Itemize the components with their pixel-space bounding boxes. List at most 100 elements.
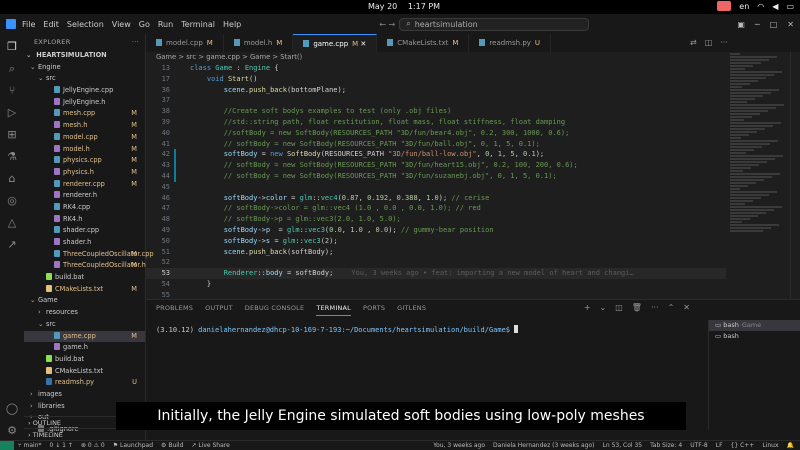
trash-icon[interactable]: 🗑	[632, 300, 642, 316]
editor-tab[interactable]: game.cpp M ✕	[293, 34, 378, 52]
gutter-change-marker[interactable]	[174, 170, 176, 182]
screen-record-icon[interactable]	[717, 1, 732, 11]
cursor-position[interactable]: Ln 53, Col 35	[603, 441, 643, 450]
maximize-icon[interactable]: □	[770, 20, 778, 29]
tree-file[interactable]: CMakeLists.txt	[24, 366, 145, 378]
remote-indicator-icon[interactable]	[0, 441, 14, 450]
code-line[interactable]: 51 scene.push_back(softBody);	[146, 247, 726, 258]
wifi-icon[interactable]: ◠	[757, 2, 764, 11]
command-center-search[interactable]: ⌕ heartsimulation	[399, 17, 590, 31]
terminal-instance[interactable]: ▭ bash Game	[709, 320, 800, 331]
tree-file[interactable]: shader.h	[24, 237, 145, 249]
settings-gear-icon[interactable]: ⚙	[5, 424, 19, 438]
editor-tab[interactable]: model.cpp M	[146, 34, 224, 52]
account-icon[interactable]: ◯	[5, 402, 19, 416]
gutter-change-marker[interactable]	[174, 149, 176, 161]
explorer-icon[interactable]: ❐	[5, 40, 19, 54]
tree-file[interactable]: ThreeCoupledOscillator.cpp M	[24, 249, 154, 261]
close-panel-icon[interactable]: ✕	[683, 300, 690, 316]
blame-author-status[interactable]: Daniela Hernandez (3 weeks ago)	[493, 441, 594, 450]
terminal-instance[interactable]: ▭ bash	[709, 331, 800, 342]
code-line[interactable]: 41 // softBody = new SoftBody(RESOURCES_…	[146, 139, 726, 150]
tree-file[interactable]: renderer.h	[24, 190, 145, 202]
sync-status[interactable]: 0 ↓ 1 ↑	[50, 441, 73, 450]
menu-item-view[interactable]: View	[112, 20, 131, 29]
tree-file[interactable]: RK4.h	[24, 214, 145, 226]
tree-file[interactable]: mesh.h M	[24, 120, 145, 132]
menu-item-file[interactable]: File	[22, 20, 35, 29]
code-line[interactable]: 40 //softBody = new SoftBody(RESOURCES_P…	[146, 128, 726, 139]
maximize-panel-icon[interactable]: ⌃	[668, 300, 675, 316]
minimize-icon[interactable]: ─	[755, 20, 760, 29]
run-debug-icon[interactable]: ▷	[5, 106, 19, 120]
tree-file[interactable]: CMakeLists.txt M	[24, 284, 145, 296]
gutter-change-marker[interactable]	[174, 160, 176, 171]
source-control-icon[interactable]: ⑂	[5, 84, 19, 98]
tree-file[interactable]: JellyEngine.h	[24, 97, 145, 109]
tree-file[interactable]: build.bat	[24, 354, 145, 366]
blame-you-status[interactable]: You, 3 weeks ago	[433, 441, 485, 450]
editor-tab[interactable]: CMakeLists.txt M	[377, 34, 470, 52]
minimap[interactable]	[726, 52, 790, 299]
editor-tab[interactable]: readmsh.py U	[469, 34, 552, 52]
testing-icon[interactable]: ⚗	[5, 150, 19, 164]
split-terminal-icon[interactable]: ◫	[615, 300, 623, 316]
tree-file[interactable]: physics.cpp M	[24, 155, 145, 167]
terminal-output[interactable]: (3.10.12) danielahernandez@dhcp-10-169-7…	[156, 325, 519, 334]
more-icon[interactable]: ···	[720, 34, 728, 52]
panel-tab-terminal[interactable]: TERMINAL	[316, 300, 351, 316]
gitlens-icon[interactable]: ◎	[5, 194, 19, 208]
code-line[interactable]: 45	[146, 182, 726, 193]
live-share-status[interactable]: ↗ Live Share	[191, 441, 229, 450]
tree-folder[interactable]: ⌄ Game	[24, 295, 145, 307]
editor-tab[interactable]: model.h M	[224, 34, 294, 52]
tree-file[interactable]: model.cpp M	[24, 132, 145, 144]
code-line[interactable]: 42 softBody = new SoftBody(RESOURCES_PAT…	[146, 149, 726, 161]
code-editor[interactable]: 13 class Game : Engine {17 void Start() 36…	[146, 63, 726, 299]
code-line[interactable]: 48 // softBody->p = glm::vec3(2.0, 1.0, …	[146, 214, 726, 225]
menu-item-go[interactable]: Go	[139, 20, 150, 29]
encoding[interactable]: UTF-8	[690, 441, 708, 450]
tree-file[interactable]: mesh.cpp M	[24, 108, 145, 120]
tree-folder[interactable]: › images	[24, 389, 145, 401]
menu-item-selection[interactable]: Selection	[67, 20, 104, 29]
tab-size[interactable]: Tab Size: 4	[650, 441, 682, 450]
tree-file[interactable]: ThreeCoupledOscillator.h M	[24, 260, 146, 272]
layout-icon[interactable]: ▣	[737, 20, 745, 29]
remote-explorer-icon[interactable]: ⌂	[5, 172, 19, 186]
code-line[interactable]: 52	[146, 257, 726, 268]
code-line[interactable]: 49 softBody->p = glm::vec3(0.0, 1.0 , 0.…	[146, 225, 726, 236]
editor-scrollbar[interactable]	[790, 52, 800, 299]
problems-status[interactable]: ⊗ 0 ⚠ 0	[81, 441, 105, 450]
breadcrumb[interactable]: Game > src > game.cpp > Game > Start()	[146, 52, 800, 63]
more-actions-icon[interactable]: ···	[132, 34, 139, 50]
split-editor-icon[interactable]: ◫	[705, 34, 713, 52]
tree-folder[interactable]: ⌄ src	[24, 319, 145, 331]
tree-file[interactable]: RK4.cpp	[24, 202, 145, 214]
os-mode[interactable]: Linux	[762, 441, 778, 450]
cmake-icon[interactable]: △	[5, 216, 19, 230]
new-terminal-icon[interactable]: +	[584, 300, 591, 316]
compare-icon[interactable]: ⇄	[690, 34, 697, 52]
lang-indicator[interactable]: en	[739, 2, 749, 11]
more-icon[interactable]: ···	[651, 300, 659, 316]
tree-folder[interactable]: › resources	[24, 307, 145, 319]
code-line[interactable]: 46 softBody->color = glm::vec4(0.87, 0.1…	[146, 193, 726, 204]
panel-tab-gitlens[interactable]: GITLENS	[397, 300, 426, 316]
code-line[interactable]: 39 //std::string path, float restitution…	[146, 117, 726, 128]
tree-file[interactable]: game.h	[24, 342, 145, 354]
build-status[interactable]: ⚙ Build	[161, 441, 183, 450]
project-root[interactable]: ⌄ HEARTSIMULATION	[24, 50, 145, 62]
extensions-icon[interactable]: ⊞	[5, 128, 19, 142]
code-line[interactable]: 54 }	[146, 279, 726, 290]
notifications-bell-icon[interactable]: 🔔	[787, 441, 794, 450]
volume-icon[interactable]: ◀	[772, 2, 778, 11]
chevron-down-icon[interactable]: ⌄	[600, 300, 607, 316]
tree-file[interactable]: physics.h M	[24, 167, 145, 179]
code-line[interactable]: 13 class Game : Engine {	[146, 63, 726, 74]
os-clock[interactable]: May 20 1:17 PM	[368, 2, 448, 11]
code-line[interactable]: 36 scene.push_back(bottomPlane);	[146, 85, 726, 96]
code-line[interactable]: 50 softBody->s = glm::vec3(2);	[146, 236, 726, 247]
branch-status[interactable]: ⑂ main*	[18, 441, 42, 450]
code-line[interactable]: 47 // softBody->color = glm::vec4 (1.0 ,…	[146, 203, 726, 214]
